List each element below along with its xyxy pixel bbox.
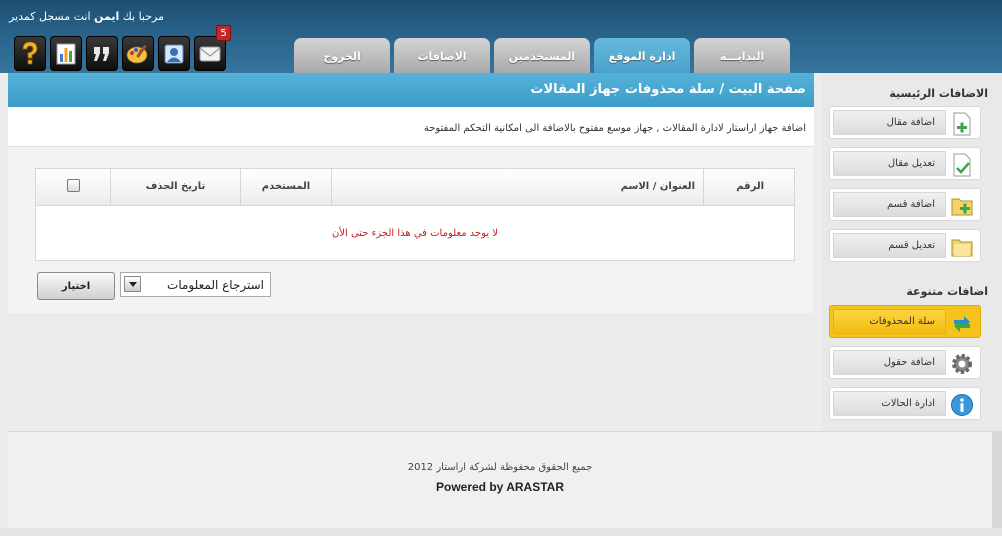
select-all-checkbox[interactable] [66, 179, 80, 192]
sidebar-item-label: اضافة قسم [833, 192, 946, 217]
sidebar-main-heading: الاضافات الرئيسية [889, 87, 988, 100]
welcome-prefix: مرحبا بك [122, 10, 164, 23]
page-description: اضافة جهاز اراستار لادارة المقالات , جها… [8, 107, 814, 147]
add-article-icon [953, 112, 971, 136]
action-select[interactable]: استرجاع المعلومات [120, 272, 271, 297]
messages-button[interactable]: 5 [194, 25, 231, 71]
sidebar-misc-heading: اضافات متنوعة [906, 285, 988, 298]
powered-by: Powered by ARASTAR [435, 480, 564, 494]
recycle-icon [954, 316, 970, 332]
username: ايمن [94, 10, 120, 23]
help-icon [22, 41, 38, 64]
sidebar-item-label: سلة المحذوفات [833, 309, 946, 334]
themes-button[interactable] [122, 36, 154, 71]
trash-table: الرقم العنوان / الاسم المستخدم تاريخ الح… [35, 168, 795, 261]
add-section-icon [951, 198, 973, 216]
tab-site-management[interactable]: ادارة الموقع [594, 38, 690, 73]
stats-button[interactable] [50, 36, 82, 71]
column-user[interactable]: المستخدم [240, 169, 331, 205]
column-select-all [36, 169, 110, 205]
tab-home[interactable]: البدايـــة [694, 38, 790, 73]
sidebar-item-add-section[interactable]: اضافة قسم [829, 188, 981, 221]
sidebar-item-manage-statuses[interactable]: ادارة الحالات [829, 387, 981, 420]
welcome-message: مرحبا بك ايمن انت مسجل كمدير [9, 10, 164, 23]
stats-icon [56, 43, 76, 64]
bottom-strip [0, 528, 1002, 536]
info-icon [951, 394, 973, 416]
column-number[interactable]: الرقم [703, 169, 794, 205]
sidebar-item-label: تعديل مقال [833, 151, 946, 176]
sidebar-item-add-article[interactable]: اضافة مقال [829, 106, 981, 139]
quotes-button[interactable] [86, 36, 118, 71]
contacts-button[interactable] [158, 36, 190, 71]
page-title: صفحة البيت / سلة محذوفات جهاز المقالات [8, 73, 814, 107]
main-tabs: البدايـــة ادارة الموقع المستخدمين الاضا… [294, 38, 790, 73]
mail-icon [199, 46, 221, 61]
edit-section-icon [951, 239, 973, 257]
sidebar-item-add-fields[interactable]: اضافة حقول [829, 346, 981, 379]
welcome-suffix: انت مسجل كمدير [8, 10, 91, 23]
sidebar-item-edit-article[interactable]: تعديل مقال [829, 147, 981, 180]
tab-users[interactable]: المستخدمين [494, 38, 590, 73]
table-header: الرقم العنوان / الاسم المستخدم تاريخ الح… [36, 169, 794, 206]
sidebar-item-trash[interactable]: سلة المحذوفات [829, 305, 981, 338]
main-panel: صفحة البيت / سلة محذوفات جهاز المقالات ا… [8, 73, 814, 313]
gear-icon [952, 354, 972, 374]
sidebar-item-label: اضافة مقال [833, 110, 946, 135]
sidebar-item-label: اضافة حقول [833, 350, 946, 375]
tab-logout[interactable]: الخروج [294, 38, 390, 73]
palette-icon [126, 44, 148, 63]
sidebar-item-label: تعديل قسم [833, 233, 946, 258]
column-title[interactable]: العنوان / الاسم [331, 169, 703, 205]
toolbar-icons: 5 [14, 25, 231, 71]
edit-article-icon [953, 153, 971, 177]
sidebar-item-edit-section[interactable]: تعديل قسم [829, 229, 981, 262]
sidebar: الاضافات الرئيسية اضافة مقال تعديل مقال … [822, 73, 1002, 431]
chevron-down-icon[interactable] [124, 276, 141, 292]
copyright-text: جميع الحقوق محفوظة لشركة اراستار 2012 [407, 462, 593, 473]
tab-addons[interactable]: الاضافات [394, 38, 490, 73]
help-button[interactable] [14, 36, 46, 71]
empty-message: لا يوجد معلومات في هذا الجزء حتى الأن [331, 228, 499, 239]
right-edge [992, 431, 1002, 536]
sidebar-item-label: ادارة الحالات [833, 391, 946, 416]
column-delete-date[interactable]: تاريخ الحذف [110, 169, 240, 205]
action-select-value: استرجاع المعلومات [167, 278, 264, 292]
footer: جميع الحقوق محفوظة لشركة اراستار 2012 Po… [8, 431, 992, 528]
apply-button[interactable]: اختيار [37, 272, 115, 300]
top-header: مرحبا بك ايمن انت مسجل كمدير 5 البدايـــ… [0, 0, 1002, 73]
notification-badge: 5 [216, 25, 231, 41]
quotes-icon [94, 46, 109, 61]
contacts-icon [164, 44, 184, 63]
